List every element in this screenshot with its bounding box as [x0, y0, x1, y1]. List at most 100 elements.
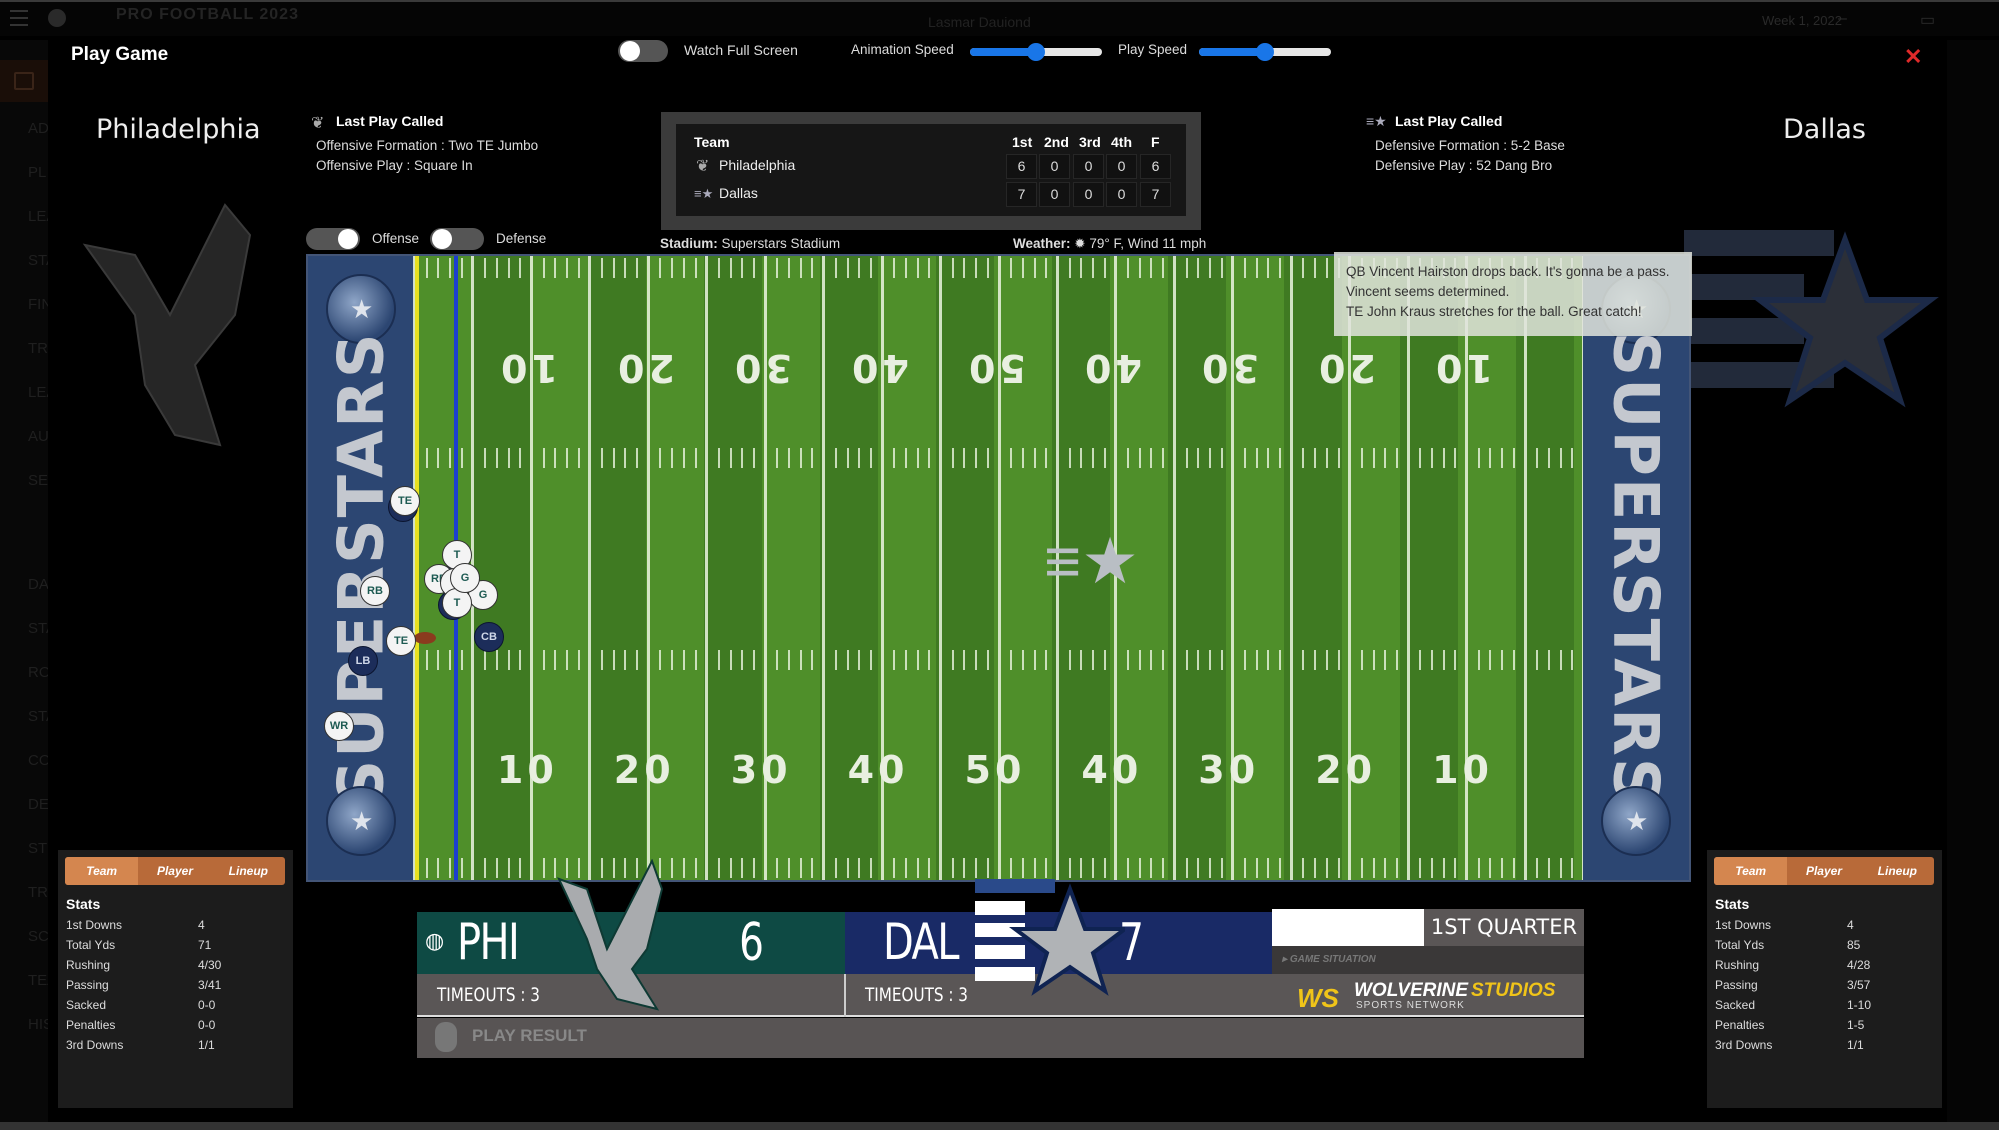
player-marker[interactable]: TE: [386, 626, 416, 656]
hash-mark: [636, 448, 639, 468]
nav-item[interactable]: TEA: [28, 972, 48, 989]
midfield-star-logo-icon: ≡★: [1044, 525, 1139, 597]
tab-player[interactable]: Player: [1787, 857, 1860, 885]
nav-item[interactable]: HIS: [28, 1016, 48, 1033]
nav-item[interactable]: SCH: [28, 928, 48, 945]
hash-mark: [776, 448, 779, 468]
nav-item[interactable]: LEA: [28, 384, 48, 401]
close-icon[interactable]: ✕: [1904, 44, 1922, 70]
hash-mark: [1092, 858, 1095, 878]
player-marker[interactable]: TE: [390, 486, 420, 516]
player-marker[interactable]: WR: [324, 711, 354, 741]
nav-item[interactable]: TRA: [28, 340, 48, 357]
hash-mark: [904, 448, 907, 468]
nav-item[interactable]: DA: [28, 576, 48, 593]
nav-item[interactable]: TRA: [28, 884, 48, 901]
nav-item[interactable]: STR: [28, 840, 48, 857]
hash-mark: [636, 258, 639, 278]
hash-mark: [449, 650, 452, 670]
nav-item[interactable]: CO: [28, 752, 48, 769]
nav-item[interactable]: AU: [28, 428, 48, 445]
away-timeouts: TIMEOUTS : 3: [865, 984, 968, 1006]
minimize-icon[interactable]: –: [1838, 10, 1847, 28]
nav-item[interactable]: STA: [28, 620, 48, 637]
nav-item[interactable]: STA: [28, 708, 48, 725]
stat-row: Passing 3/57: [1715, 978, 1935, 992]
player-marker[interactable]: CB: [474, 622, 504, 652]
yard-number: 40: [847, 748, 909, 792]
hash-mark: [554, 858, 557, 878]
watch-full-screen-toggle[interactable]: [618, 40, 668, 62]
yard-line: [1172, 256, 1176, 880]
hamburger-menu-icon[interactable]: [10, 10, 28, 26]
hash-mark: [1314, 448, 1317, 468]
hash-mark: [1384, 448, 1387, 468]
hash-mark: [1103, 448, 1106, 468]
stat-row: 3rd Downs 1/1: [66, 1038, 286, 1052]
player-marker[interactable]: LB: [348, 646, 378, 676]
hash-mark: [869, 650, 872, 670]
nav-item[interactable]: SEA: [28, 472, 48, 489]
hash-mark: [963, 258, 966, 278]
yard-line: [939, 256, 943, 880]
back-icon[interactable]: [48, 9, 66, 27]
tab-lineup[interactable]: Lineup: [212, 857, 285, 885]
hash-mark: [694, 258, 697, 278]
hash-mark: [519, 258, 522, 278]
score-cell: 0: [1106, 182, 1137, 207]
play-speed-slider[interactable]: [1199, 43, 1331, 61]
hash-mark: [682, 448, 685, 468]
hash-mark: [460, 858, 463, 878]
animation-speed-slider[interactable]: [970, 43, 1102, 61]
hash-mark: [495, 448, 498, 468]
nav-item[interactable]: DE: [28, 796, 48, 813]
hash-mark: [437, 650, 440, 670]
hash-mark: [1021, 448, 1024, 468]
offense-toggle[interactable]: [306, 228, 360, 250]
tab-lineup[interactable]: Lineup: [1861, 857, 1934, 885]
left-endzone: SUPERSTARS: [308, 256, 414, 880]
yard-number: 30: [730, 748, 792, 792]
hash-mark: [1571, 448, 1574, 468]
nav-item[interactable]: RO: [28, 664, 48, 681]
defense-toggle[interactable]: [430, 228, 484, 250]
hash-mark: [1547, 650, 1550, 670]
tab-team[interactable]: Team: [65, 857, 139, 885]
stadium-label: Stadium:: [660, 236, 718, 251]
hash-mark: [1068, 650, 1071, 670]
hash-mark: [1372, 448, 1375, 468]
yard-line: [1523, 256, 1527, 880]
animation-speed-label: Animation Speed: [851, 42, 954, 57]
hash-mark: [1477, 650, 1480, 670]
hash-mark: [975, 650, 978, 670]
stat-label: 3rd Downs: [1715, 1038, 1773, 1052]
hash-mark: [1559, 448, 1562, 468]
hash-mark: [858, 448, 861, 468]
stat-value: 85: [1847, 938, 1861, 952]
play-speed-thumb[interactable]: [1256, 43, 1274, 61]
home-score: 6: [739, 913, 764, 973]
stat-label: Rushing: [66, 958, 111, 972]
yard-number: 10: [1432, 346, 1493, 390]
player-marker[interactable]: G: [450, 563, 480, 593]
hash-mark: [729, 258, 732, 278]
player-marker[interactable]: RB: [360, 576, 390, 606]
score-cell: 0: [1073, 182, 1104, 207]
nav-item[interactable]: FIN: [28, 296, 48, 313]
nav-item[interactable]: PL: [28, 164, 48, 181]
calendar-nav-button[interactable]: [0, 60, 48, 102]
nav-item[interactable]: STA: [28, 252, 48, 269]
animation-speed-thumb[interactable]: [1027, 43, 1045, 61]
yard-number: 40: [847, 346, 909, 390]
hash-mark: [1243, 448, 1246, 468]
nav-item[interactable]: LEA: [28, 208, 48, 225]
nav-item[interactable]: AD: [28, 120, 48, 137]
tab-player[interactable]: Player: [138, 857, 211, 885]
hash-mark: [1255, 858, 1258, 878]
tab-team[interactable]: Team: [1714, 857, 1788, 885]
hash-mark: [484, 448, 487, 468]
hash-mark: [1033, 448, 1036, 468]
hash-mark: [916, 448, 919, 468]
hash-mark: [1314, 858, 1317, 878]
maximize-icon[interactable]: ▭: [1920, 10, 1935, 30]
